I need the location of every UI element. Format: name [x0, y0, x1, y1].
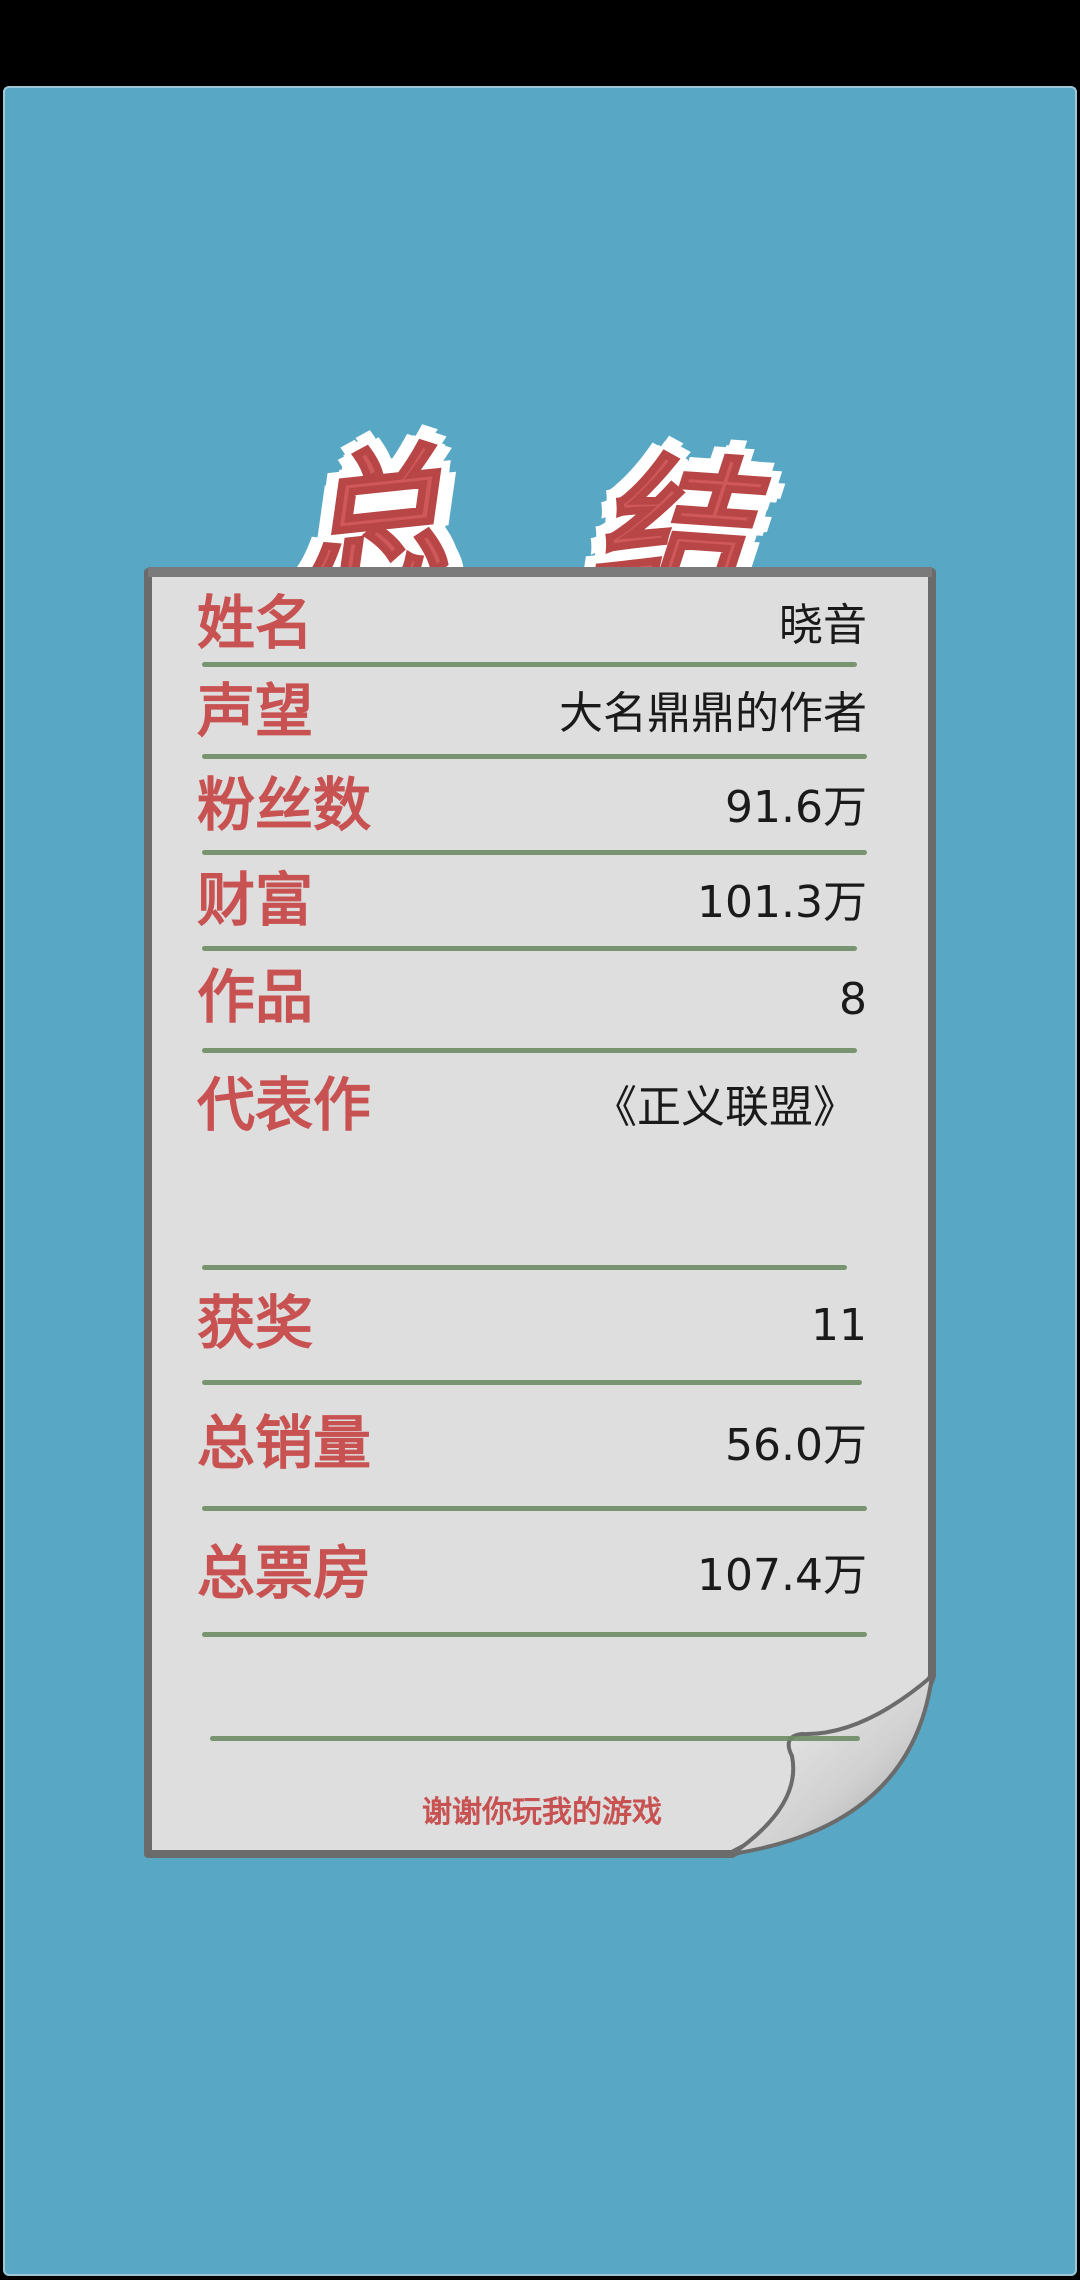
- thanks-message: 谢谢你玩我的游戏: [422, 1795, 662, 1830]
- row-reputation: 声望 大名鼎鼎的作者: [197, 682, 867, 752]
- row-label: 总票房: [197, 1539, 372, 1607]
- status-bar: [0, 0, 1080, 86]
- row-value: 晓音: [779, 600, 867, 651]
- divider: [202, 662, 857, 667]
- row-label: 代表作: [197, 1071, 372, 1139]
- row-value: 56.0万: [725, 1420, 867, 1471]
- paper-sheet: [144, 567, 936, 1858]
- divider: [202, 1048, 857, 1053]
- divider: [202, 1506, 867, 1511]
- row-value: 91.6万: [725, 782, 867, 833]
- divider: [202, 1265, 847, 1270]
- row-works: 作品 8: [197, 968, 867, 1038]
- row-value: 大名鼎鼎的作者: [559, 688, 867, 739]
- divider: [210, 1736, 860, 1741]
- row-wealth: 财富 101.3万: [197, 871, 867, 941]
- row-awards: 获奖 11: [197, 1294, 867, 1364]
- divider: [202, 754, 867, 759]
- divider: [202, 946, 857, 951]
- row-label: 声望: [197, 677, 314, 745]
- row-value: 101.3万: [697, 877, 867, 928]
- summary-paper: 姓名 晓音 声望 大名鼎鼎的作者 粉丝数 91.6万 财富 101.3万 作品 …: [142, 566, 942, 1860]
- divider: [202, 850, 867, 855]
- row-value: 11: [811, 1300, 867, 1351]
- row-label: 作品: [197, 963, 314, 1031]
- row-label: 粉丝数: [197, 771, 372, 839]
- row-masterpiece: 代表作 《正义联盟》: [197, 1076, 867, 1146]
- row-name: 姓名 晓音: [197, 594, 867, 664]
- divider: [202, 1380, 862, 1385]
- row-label: 获奖: [197, 1289, 314, 1357]
- row-fans: 粉丝数 91.6万: [197, 776, 867, 846]
- row-label: 姓名: [197, 589, 314, 657]
- row-label: 总销量: [197, 1409, 372, 1477]
- row-value: 8: [839, 974, 867, 1025]
- row-value: 107.4万: [697, 1550, 867, 1601]
- divider: [202, 1632, 867, 1637]
- summary-screen: 总 结 姓名 晓音 声望 大名鼎鼎的作者 粉丝数 91.6万 财富 101.3万…: [3, 86, 1077, 2276]
- row-total-sales: 总销量 56.0万: [197, 1414, 867, 1484]
- row-value: 《正义联盟》: [593, 1082, 857, 1133]
- row-label: 财富: [197, 866, 314, 934]
- row-box-office: 总票房 107.4万: [197, 1544, 867, 1614]
